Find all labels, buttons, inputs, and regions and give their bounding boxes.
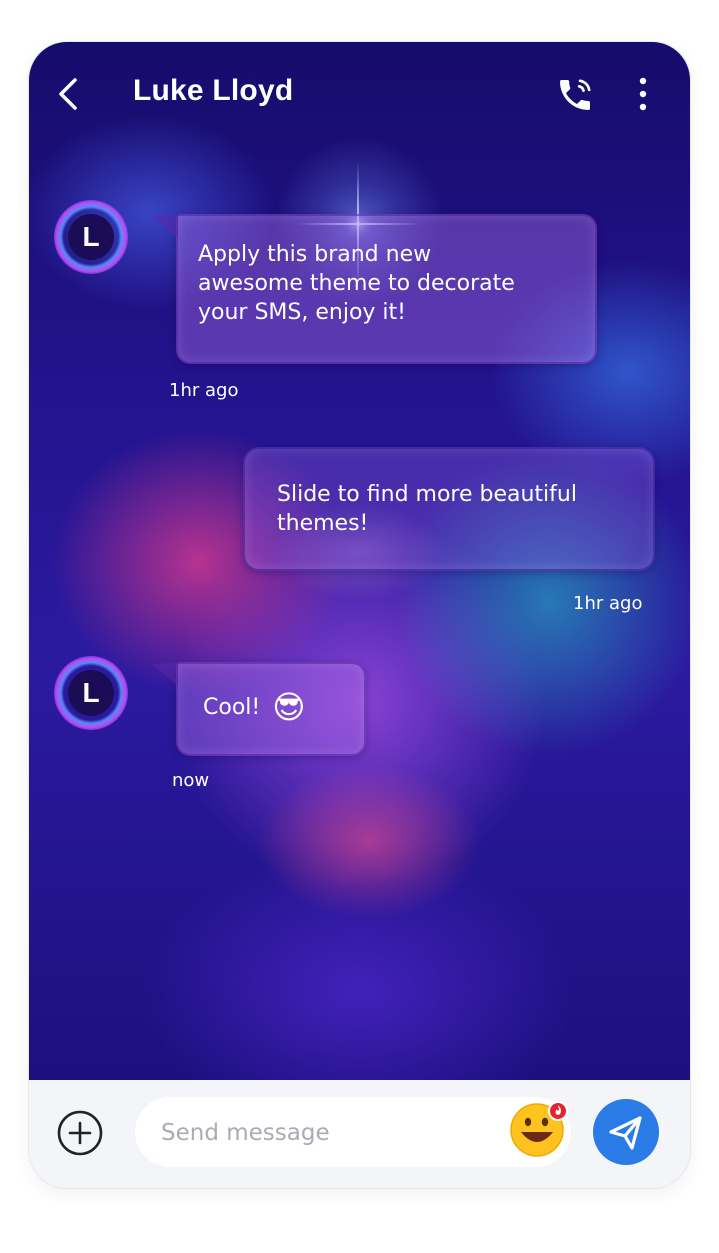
message-text: Cool! <box>203 694 261 720</box>
emoji-face-icon <box>510 1101 568 1157</box>
plus-circle-icon <box>57 1110 103 1156</box>
add-attachment-button[interactable] <box>57 1110 103 1156</box>
message-line: your SMS, enjoy it! <box>198 300 406 325</box>
phone-icon <box>560 79 591 110</box>
contact-avatar[interactable]: L <box>54 656 128 730</box>
message-input-container <box>135 1097 571 1169</box>
emoji-button[interactable] <box>509 1098 571 1160</box>
message-input[interactable] <box>159 1097 493 1169</box>
send-button[interactable] <box>593 1099 659 1165</box>
send-icon <box>609 1116 642 1150</box>
message-bubble-incoming[interactable]: Cool! 😎 <box>152 662 366 756</box>
contact-name: Luke Lloyd <box>133 74 294 107</box>
message-timestamp: 1hr ago <box>169 380 239 401</box>
avatar-initial: L <box>68 214 114 260</box>
avatar-initial: L <box>68 670 114 716</box>
message-bubble-incoming[interactable]: Apply this brand new awesome theme to de… <box>152 214 597 364</box>
message-line: Slide to find more beautiful <box>277 482 577 507</box>
more-vertical-icon <box>639 77 647 111</box>
call-button[interactable] <box>555 75 595 115</box>
message-timestamp: now <box>172 770 210 791</box>
chat-header: Luke Lloyd <box>29 42 690 142</box>
back-button[interactable] <box>51 72 87 116</box>
message-composer <box>29 1080 690 1188</box>
message-timestamp: 1hr ago <box>573 593 643 614</box>
sunglasses-emoji: 😎 <box>272 688 306 726</box>
message-line: themes! <box>277 511 369 536</box>
phone-frame: Luke Lloyd L Apply this brand new awesom… <box>29 42 690 1188</box>
message-bubble-outgoing[interactable]: Slide to find more beautiful themes! <box>243 447 655 571</box>
contact-avatar[interactable]: L <box>54 200 128 274</box>
chevron-left-icon <box>59 78 77 110</box>
more-options-button[interactable] <box>635 74 651 114</box>
message-line: Apply this brand new <box>198 242 432 267</box>
message-line: awesome theme to decorate <box>198 271 515 296</box>
